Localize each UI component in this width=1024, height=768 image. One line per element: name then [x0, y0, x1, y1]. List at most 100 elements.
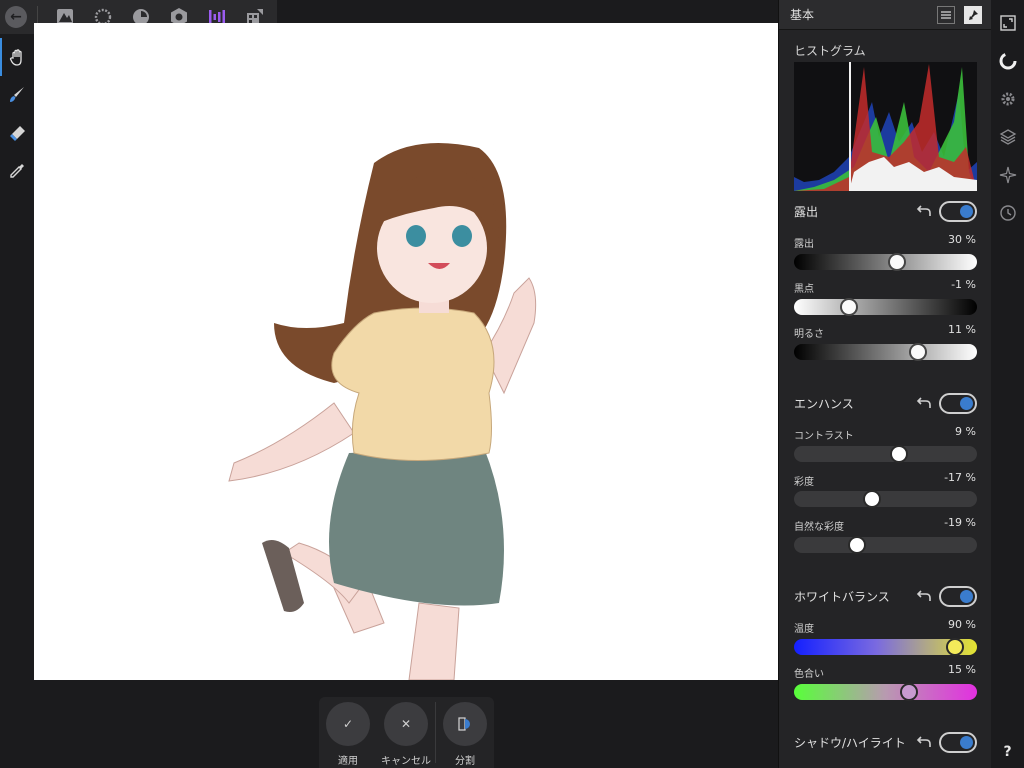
slider-thumb[interactable]: [848, 536, 866, 554]
view-tool[interactable]: [0, 38, 34, 76]
saturation-label: 彩度: [794, 477, 814, 488]
tint-value: 15 %: [948, 663, 976, 676]
temperature-slider[interactable]: [794, 638, 977, 656]
brightness-label: 明るさ: [794, 329, 824, 340]
vibrance-slider[interactable]: [794, 536, 977, 554]
eraser-icon: [10, 126, 25, 141]
app-root: ← ✓ 適用 ✕ キャンセル 分割 基本 ヒストグラム 露出 露出 30 % 黒…: [0, 0, 1024, 768]
panel-header: 基本: [779, 0, 991, 30]
navigator-tab[interactable]: [991, 4, 1024, 42]
slider-thumb[interactable]: [888, 253, 906, 271]
layers-tab[interactable]: [991, 118, 1024, 156]
enhance-group-title: エンハンス: [794, 396, 854, 411]
histogram-curves: [794, 62, 977, 191]
navigator-icon: [999, 15, 1016, 31]
apply-button[interactable]: ✓ 適用: [319, 697, 377, 768]
contrast-slider[interactable]: [794, 445, 977, 463]
slider-thumb[interactable]: [840, 298, 858, 316]
exposure-label: 露出: [794, 239, 814, 250]
exposure-reset-button[interactable]: [915, 202, 933, 220]
list-icon: [941, 10, 951, 19]
slider-thumb[interactable]: [946, 638, 964, 656]
panel-title: 基本: [790, 8, 815, 22]
brightness-slider[interactable]: [794, 343, 977, 361]
brush-icon: [10, 87, 24, 102]
basic-adjustments-panel: 基本 ヒストグラム 露出 露出 30 % 黒点 -1 % 明るさ 11 % エン…: [778, 0, 991, 768]
white-balance-group-title: ホワイトバランス: [794, 589, 890, 604]
black-point-label: 黒点: [794, 284, 814, 295]
focus-icon: [999, 166, 1016, 184]
undo-icon: [916, 736, 931, 747]
undo-icon: [916, 590, 931, 601]
shadow-highlight-group-header: シャドウ/ハイライト: [794, 731, 977, 753]
toggle-knob: [960, 396, 973, 410]
basic-adjust-icon: [999, 52, 1016, 70]
enhance-group-header: エンハンス: [794, 392, 977, 414]
history-icon: [999, 205, 1016, 221]
exposure-value: 30 %: [948, 233, 976, 246]
tint-slider[interactable]: [794, 683, 977, 701]
cancel-label: キャンセル: [381, 756, 431, 767]
shadow-highlight-reset-button[interactable]: [915, 733, 933, 751]
help-button[interactable]: ?: [991, 744, 1024, 760]
back-button[interactable]: ←: [5, 6, 27, 28]
vibrance-label: 自然な彩度: [794, 522, 844, 533]
context-toolbar: ✓ 適用 ✕ キャンセル 分割: [319, 697, 494, 768]
cancel-button[interactable]: ✕ キャンセル: [377, 697, 435, 768]
white-balance-toggle[interactable]: [939, 585, 977, 607]
toggle-knob: [960, 735, 973, 749]
tint-label: 色合い: [794, 669, 824, 680]
eraser-tool[interactable]: [0, 114, 34, 152]
apply-label: 適用: [338, 756, 358, 767]
checkmark-icon: ✓: [326, 702, 370, 746]
studio-tabs: ?: [991, 0, 1024, 768]
split-label: 分割: [455, 756, 475, 767]
white-balance-reset-button[interactable]: [915, 587, 933, 605]
vibrance-value: -19 %: [944, 516, 976, 529]
toggle-knob: [960, 589, 973, 603]
exposure-slider[interactable]: [794, 253, 977, 271]
black-point-value: -1 %: [951, 278, 976, 291]
contrast-value: 9 %: [955, 425, 976, 438]
toggle-knob: [960, 204, 973, 218]
document-canvas[interactable]: [34, 23, 778, 680]
temperature-label: 温度: [794, 624, 814, 635]
basic-adjust-tab[interactable]: [991, 42, 1024, 80]
saturation-slider[interactable]: [794, 490, 977, 508]
slider-thumb[interactable]: [900, 683, 918, 701]
illustration-image: [228, 143, 537, 680]
focus-tab[interactable]: [991, 156, 1024, 194]
brightness-value: 11 %: [948, 323, 976, 336]
shadow-highlight-toggle[interactable]: [939, 731, 977, 753]
undo-icon: [916, 205, 931, 216]
brush-tool[interactable]: [0, 76, 34, 114]
histogram-graph: [794, 62, 977, 191]
back-arrow-icon: ←: [10, 9, 22, 25]
eyedropper-icon: [10, 164, 24, 178]
exposure-toggle[interactable]: [939, 200, 977, 222]
layers-icon: [999, 129, 1016, 145]
black-point-slider[interactable]: [794, 298, 977, 316]
cancel-x-icon: ✕: [384, 702, 428, 746]
pin-icon: [969, 9, 978, 20]
enhance-reset-button[interactable]: [915, 394, 933, 412]
history-tab[interactable]: [991, 194, 1024, 232]
contrast-label: コントラスト: [794, 431, 854, 442]
color-picker-tool[interactable]: [0, 152, 34, 190]
settings-tab[interactable]: [991, 80, 1024, 118]
slider-thumb[interactable]: [863, 490, 881, 508]
enhance-toggle[interactable]: [939, 392, 977, 414]
pin-panel-button[interactable]: [964, 5, 982, 24]
panel-menu-button[interactable]: [937, 5, 955, 24]
white-balance-group-header: ホワイトバランス: [794, 585, 977, 607]
hand-icon: [9, 49, 22, 66]
tools-panel: [0, 34, 34, 768]
settings-icon: [1001, 92, 1014, 106]
saturation-value: -17 %: [944, 471, 976, 484]
slider-thumb[interactable]: [890, 445, 908, 463]
split-view-button[interactable]: 分割: [436, 697, 494, 768]
exposure-group-title: 露出: [794, 204, 819, 219]
histogram-title: ヒストグラム: [794, 44, 866, 58]
slider-thumb[interactable]: [909, 343, 927, 361]
split-view-icon: [443, 702, 487, 746]
